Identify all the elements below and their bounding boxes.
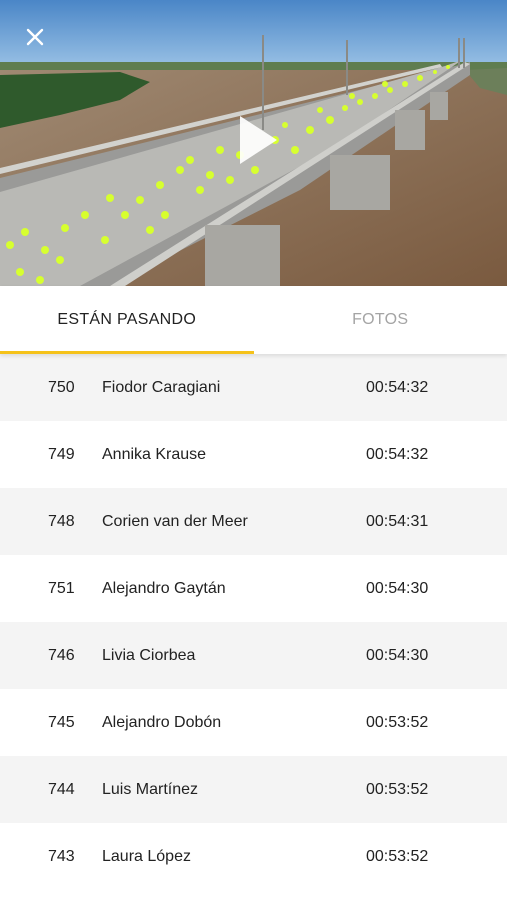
close-button[interactable]: [18, 20, 52, 54]
runner-bib: 745: [48, 713, 75, 731]
tab-label: ESTÁN PASANDO: [57, 311, 197, 328]
runner-bib: 751: [48, 579, 75, 597]
runner-name: Alejandro Gaytán: [102, 579, 226, 597]
runner-bib: 744: [48, 780, 75, 798]
tab-fotos[interactable]: FOTOS: [254, 286, 507, 354]
list-item[interactable]: 746 Livia Ciorbea 00:54:30: [0, 622, 507, 689]
runner-time: 00:54:31: [366, 512, 429, 530]
runner-name: Livia Ciorbea: [102, 646, 196, 664]
runner-time: 00:54:30: [366, 579, 429, 597]
runner-bib: 743: [48, 847, 75, 865]
runner-name: Luis Martínez: [102, 780, 199, 798]
runner-name: Annika Krause: [102, 445, 207, 463]
runner-bib: 749: [48, 445, 75, 463]
runner-bib: 746: [48, 646, 75, 664]
runner-name: Corien van der Meer: [102, 512, 248, 530]
runner-time: 00:53:52: [366, 780, 429, 798]
tab-bar: ESTÁN PASANDO FOTOS: [0, 286, 507, 354]
runner-bib: 750: [48, 378, 75, 396]
list-item[interactable]: 744 Luis Martínez 00:53:52: [0, 756, 507, 823]
runner-time: 00:54:30: [366, 646, 429, 664]
play-icon: [240, 116, 277, 164]
close-icon: [26, 28, 44, 46]
play-button[interactable]: [228, 108, 288, 172]
list-item[interactable]: 750 Fiodor Caragiani 00:54:32: [0, 354, 507, 421]
runner-bib: 748: [48, 512, 75, 530]
list-item[interactable]: 745 Alejandro Dobón 00:53:52: [0, 689, 507, 756]
runner-time: 00:53:52: [366, 713, 429, 731]
runner-time: 00:54:32: [366, 445, 429, 463]
runner-name: Laura López: [102, 847, 191, 865]
runner-time: 00:53:52: [366, 847, 429, 865]
tab-active-indicator: [0, 351, 254, 354]
list-item[interactable]: 743 Laura López 00:53:52: [0, 823, 507, 890]
list-item[interactable]: 748 Corien van der Meer 00:54:31: [0, 488, 507, 555]
runner-name: Fiodor Caragiani: [102, 378, 221, 396]
runner-list: 750 Fiodor Caragiani 00:54:32 749 Annika…: [0, 354, 507, 890]
runner-time: 00:54:32: [366, 378, 429, 396]
hero-video[interactable]: [0, 0, 507, 286]
tab-estan-pasando[interactable]: ESTÁN PASANDO: [0, 286, 254, 354]
runner-name: Alejandro Dobón: [102, 713, 222, 731]
tab-label: FOTOS: [352, 311, 409, 328]
list-item[interactable]: 751 Alejandro Gaytán 00:54:30: [0, 555, 507, 622]
list-item[interactable]: 749 Annika Krause 00:54:32: [0, 421, 507, 488]
